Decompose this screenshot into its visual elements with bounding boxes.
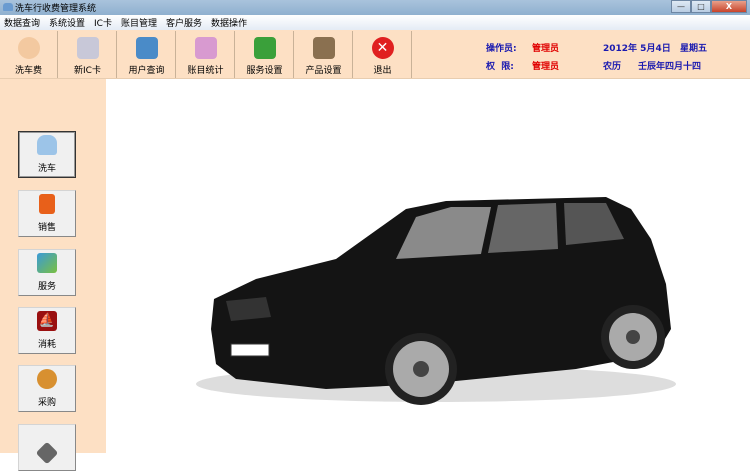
button-label: 新IC卡 [74,66,101,76]
sidebar-label: 采购 [37,398,56,408]
sidebar-service[interactable]: 服务 [18,249,76,296]
computer-globe-icon [135,37,158,59]
operator-value: 管理员 [532,44,560,54]
button-label: 产品设置 [305,66,342,76]
maximize-button[interactable]: □ [691,0,711,13]
window-title: 洗车行收费管理系统 [15,4,97,14]
operator-label: 操作员: [486,44,517,54]
close-button[interactable]: X [711,0,747,13]
sidebar-label: 洗车 [37,164,56,174]
menu-customer-service[interactable]: 客户服务 [166,16,202,29]
hand-card-icon [35,441,59,465]
globe-icon [37,253,57,273]
exit-icon: ✕ [371,37,394,59]
sidebar-wash-car[interactable]: 洗车 [18,131,76,178]
product-box-icon [312,37,335,59]
service-settings-button[interactable]: 服务设置 [236,31,294,78]
product-settings-button[interactable]: 产品设置 [295,31,353,78]
menu-ic-card[interactable]: IC卡 [94,16,112,29]
sidebar-sales[interactable]: 销售 [18,190,76,237]
menu-system-settings[interactable]: 系统设置 [49,16,85,29]
suv-car-image [196,197,676,405]
account-stats-button[interactable]: 账目统计 [177,31,235,78]
button-label: 退出 [373,66,392,76]
button-label: 账目统计 [187,66,224,76]
button-label: 服务设置 [246,66,283,76]
person-icon [17,37,40,59]
minimize-button[interactable]: — [671,0,691,13]
lunar-label: 农历 [603,62,622,72]
pencils-icon [253,37,276,59]
permission-label: 权 限: [486,62,514,72]
menu-bar: 数据查询 系统设置 IC卡 账目管理 客户服务 数据操作 [0,15,750,30]
sidebar-label: 服务 [37,282,56,292]
menu-accounts[interactable]: 账目管理 [121,16,157,29]
lunar-date: 壬辰年四月十四 [638,62,702,72]
sidebar-purchase[interactable]: 采购 [18,365,76,412]
main-area [106,79,750,453]
sailboat-icon: ⛵ [37,311,57,331]
button-label: 洗车费 [14,66,42,76]
user-query-button[interactable]: 用户查询 [118,31,176,78]
sidebar: 洗车 销售 服务 ⛵ 消耗 采购 [0,79,106,471]
person-phone-icon [37,369,57,389]
menu-data-operations[interactable]: 数据操作 [211,16,247,29]
permission-value: 管理员 [532,62,560,72]
button-label: 用户查询 [128,66,165,76]
sidebar-more[interactable] [18,424,76,471]
sidebar-consumption[interactable]: ⛵ 消耗 [18,307,76,354]
wash-fee-button[interactable]: 洗车费 [0,31,58,78]
sidebar-label: 销售 [37,223,56,233]
book-icon [39,194,55,214]
weekday: 星期五 [680,44,708,54]
date: 2012年 5月4日 [603,44,671,54]
menu-data-query[interactable]: 数据查询 [4,16,40,29]
sidebar-label: 消耗 [37,340,56,350]
exit-button[interactable]: ✕ 退出 [354,31,412,78]
toolbar: 洗车费 新IC卡 用户查询 账目统计 服务设置 产品设置 ✕ 退出 操作员: 管理… [0,30,750,79]
app-icon [3,3,13,11]
new-ic-card-button[interactable]: 新IC卡 [59,31,117,78]
car-icon [37,135,57,155]
card-writing-icon [76,37,99,59]
people-chart-icon [194,37,217,59]
title-bar: 洗车行收费管理系统 — □ X [0,0,750,15]
